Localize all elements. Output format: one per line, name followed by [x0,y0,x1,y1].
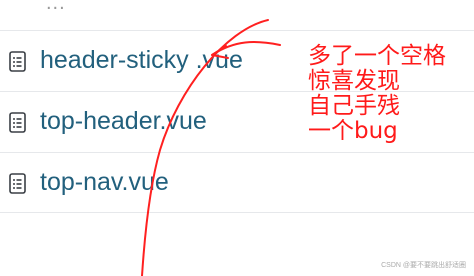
top-fragment-text: ... [46,0,66,14]
document-list-icon [9,51,26,72]
annotation-line: 一个bug [308,118,398,144]
file-row-top-nav[interactable]: top-nav.vue [0,152,474,213]
file-name: header-sticky .vue [40,46,243,74]
file-name: top-header.vue [40,107,207,135]
watermark: CSDN @要不要跳出舒适圈 [381,262,466,269]
document-list-icon [9,112,26,133]
annotation-line: 惊喜发现 [308,68,400,94]
annotation-line: 自己手残 [308,93,400,119]
document-list-icon [9,173,26,194]
annotation-line: 多了一个空格 [308,43,446,69]
handwritten-annotation: 多了一个空格 惊喜发现 自己手残 一个bug [308,44,446,144]
file-name: top-nav.vue [40,168,169,196]
